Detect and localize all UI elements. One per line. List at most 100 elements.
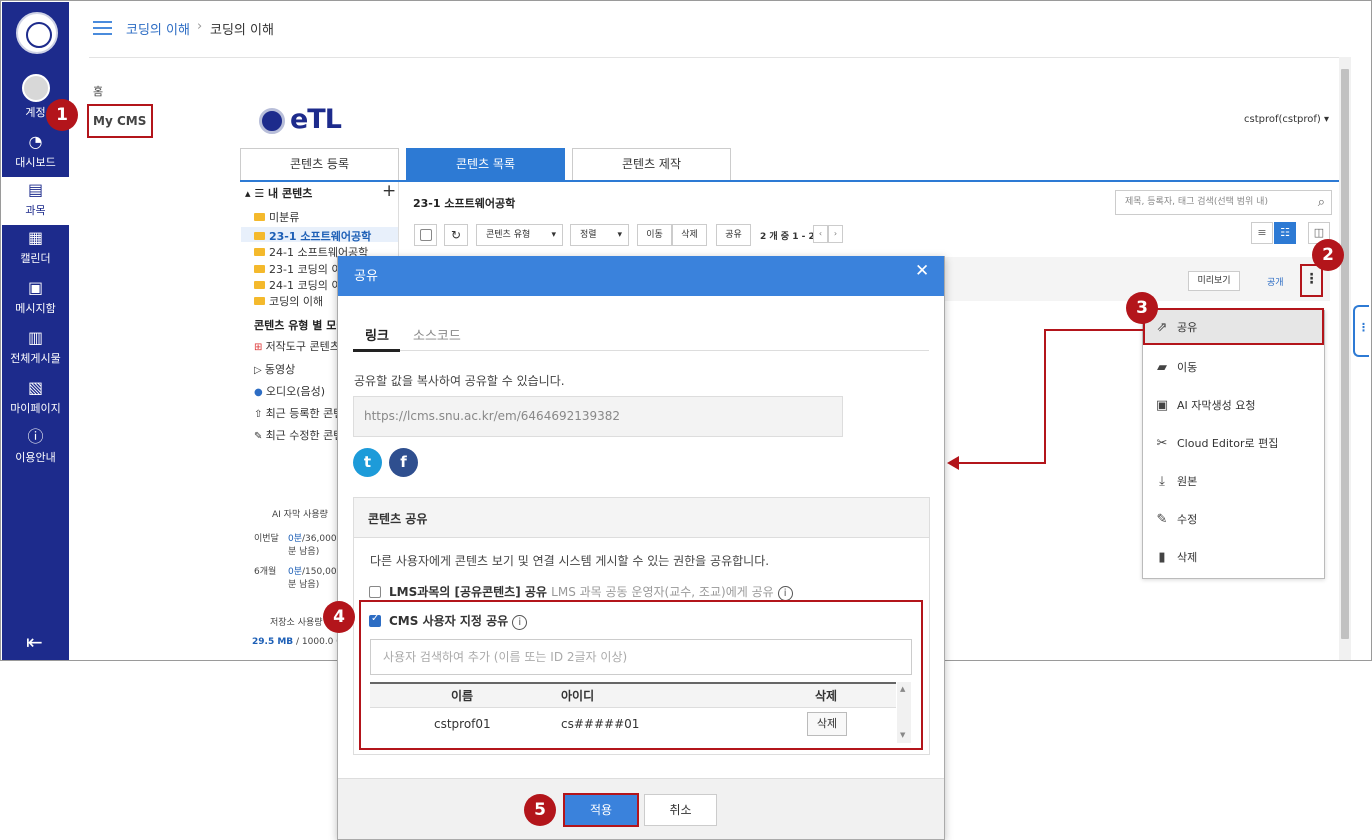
select-all-checkbox[interactable] bbox=[414, 224, 437, 246]
table-scrollbar[interactable]: ▲ ▼ bbox=[897, 682, 911, 743]
user-menu[interactable]: cstprof(cstprof) ▾ bbox=[1244, 114, 1329, 125]
nav-label: 마이페이지 bbox=[10, 402, 61, 415]
calendar-icon: ▦ bbox=[27, 228, 44, 247]
refresh-icon[interactable]: ↻ bbox=[444, 224, 468, 246]
scroll-down-icon[interactable]: ▼ bbox=[900, 731, 905, 739]
nav-label: 이용안내 bbox=[15, 451, 56, 464]
cell-user-id: cs#####01 bbox=[561, 717, 640, 731]
category-item[interactable]: ▷ 동영상 bbox=[254, 361, 295, 377]
side-panel-handle[interactable]: ⋮ bbox=[1353, 305, 1369, 357]
nav-item-mypage[interactable]: ▧ 마이페이지 bbox=[2, 378, 69, 416]
menu-item-cloud-editor[interactable]: ✂ Cloud Editor로 편집 bbox=[1143, 425, 1324, 463]
ai-usage-row-sub: 분 남음) bbox=[288, 547, 320, 557]
category-item[interactable]: ✎ 최근 수정한 콘텐 bbox=[254, 427, 343, 443]
breadcrumb-separator: › bbox=[197, 19, 203, 34]
nav-item-calendar[interactable]: ▦ 캘린더 bbox=[2, 228, 69, 266]
tree-folder-selected[interactable]: 23-1 소프트웨어공학 bbox=[254, 228, 371, 244]
user-search-input[interactable]: 사용자 검색하여 추가 (이름 또는 ID 2글자 이상) bbox=[370, 639, 912, 675]
inbox-icon: ▣ bbox=[27, 278, 44, 297]
twitter-icon[interactable]: t bbox=[353, 448, 382, 477]
nav-item-inbox[interactable]: ▣ 메시지함 bbox=[2, 278, 69, 316]
menu-toggle-icon[interactable] bbox=[93, 21, 112, 35]
lms-share-checkbox[interactable] bbox=[369, 586, 381, 598]
share-dialog-footer bbox=[338, 778, 944, 839]
menu-item-move[interactable]: ▰ 이동 bbox=[1143, 349, 1324, 387]
scroll-up-icon[interactable]: ▲ bbox=[900, 685, 905, 693]
tab-source-code[interactable]: 소스코드 bbox=[413, 325, 461, 344]
etl-logo: eTL bbox=[290, 104, 342, 135]
menu-item-delete[interactable]: ▮ 삭제 bbox=[1143, 539, 1324, 577]
content-type-select[interactable]: 콘텐츠 유형 ▾ bbox=[476, 224, 563, 246]
storage-value: 29.5 MB / 1000.0 GB bbox=[252, 637, 350, 647]
board-icon: ▥ bbox=[27, 328, 44, 347]
nav-item-dashboard[interactable]: ◔ 대시보드 bbox=[2, 132, 69, 170]
next-page-icon[interactable]: › bbox=[828, 225, 843, 243]
tree-folder[interactable]: 미분류 bbox=[254, 209, 299, 225]
dashboard-icon: ◔ bbox=[28, 132, 43, 151]
nav-item-help[interactable]: ⓘ 이용안내 bbox=[2, 427, 69, 465]
menu-item-share-highlight[interactable]: ⇗ 공유 bbox=[1143, 308, 1324, 345]
remove-user-button[interactable]: 삭제 bbox=[807, 712, 847, 736]
content-share-description: 다른 사용자에게 콘텐츠 보기 및 연결 시스템 게시할 수 있는 권한을 공유… bbox=[370, 554, 770, 568]
cms-share-checkbox[interactable] bbox=[369, 613, 381, 627]
ai-usage-row-value: 0분/150,00 bbox=[288, 567, 337, 577]
nav-item-board[interactable]: ▥ 전체게시물 bbox=[2, 328, 69, 366]
public-status-link[interactable]: 공개 bbox=[1267, 275, 1284, 288]
dropdown-icon: ▾ bbox=[617, 230, 622, 240]
info-icon[interactable]: i bbox=[777, 586, 793, 601]
lms-share-label: LMS과목의 [공유콘텐츠] 공유 LMS 과목 공동 운영자(교수, 조교)에… bbox=[389, 583, 793, 601]
university-seal-logo[interactable] bbox=[16, 12, 58, 54]
step-badge-3: 3 bbox=[1126, 292, 1158, 324]
move-button[interactable]: 이동 bbox=[637, 224, 672, 246]
content-share-title: 콘텐츠 공유 bbox=[368, 512, 428, 526]
tree-folder[interactable]: 코딩의 이해 bbox=[254, 293, 323, 309]
cancel-button[interactable]: 취소 bbox=[644, 794, 717, 826]
facebook-icon[interactable]: f bbox=[389, 448, 418, 477]
step-badge-2: 2 bbox=[1312, 239, 1344, 271]
course-nav-mycms[interactable]: My CMS bbox=[87, 104, 153, 138]
share-dialog-header bbox=[338, 256, 944, 296]
step-badge-1: 1 bbox=[46, 99, 78, 131]
info-icon[interactable]: i bbox=[512, 615, 528, 630]
category-item[interactable]: ⊞ 저작도구 콘텐츠 bbox=[254, 338, 340, 354]
download-icon: ⤓ bbox=[1159, 474, 1165, 489]
tab-underline bbox=[240, 180, 1340, 182]
content-search-input[interactable]: 제목, 등록자, 태그 검색(선택 범위 내) ⌕ bbox=[1115, 190, 1332, 215]
tab-content-create[interactable]: 콘텐츠 제작 bbox=[572, 148, 731, 181]
share-button[interactable]: 공유 bbox=[716, 224, 751, 246]
tab-link[interactable]: 링크 bbox=[365, 325, 389, 344]
account-icon bbox=[21, 74, 50, 102]
breadcrumb-course[interactable]: 코딩의 이해 bbox=[126, 19, 190, 38]
category-item[interactable]: ⇧ 최근 등록한 콘텐 bbox=[254, 405, 343, 421]
search-icon[interactable]: ⌕ bbox=[1318, 191, 1325, 214]
add-folder-icon[interactable]: + bbox=[382, 181, 396, 201]
tree-title: ▴ ☰ 내 콘텐츠 bbox=[245, 187, 313, 200]
collapse-nav-icon[interactable]: ⇤ bbox=[26, 630, 43, 654]
page-scrollbar-thumb[interactable] bbox=[1341, 69, 1349, 639]
tab-content-list[interactable]: 콘텐츠 목록 bbox=[406, 148, 565, 181]
close-icon[interactable]: ✕ bbox=[915, 261, 929, 281]
folder-icon bbox=[254, 213, 265, 221]
menu-item-original[interactable]: ⤓ 원본 bbox=[1143, 463, 1324, 501]
nav-item-courses[interactable]: ▤ 과목 bbox=[2, 177, 69, 225]
detail-view-icon[interactable]: ☷ bbox=[1274, 222, 1296, 244]
tab-content-register[interactable]: 콘텐츠 등록 bbox=[240, 148, 399, 181]
step-badge-4: 4 bbox=[323, 601, 355, 633]
share-url-field[interactable]: https://lcms.snu.ac.kr/em/6464692139382 bbox=[353, 396, 843, 437]
course-nav-home[interactable]: 홈 bbox=[93, 83, 103, 99]
trash-icon: ▮ bbox=[1158, 550, 1166, 565]
menu-item-edit[interactable]: ✎ 수정 bbox=[1143, 501, 1324, 539]
category-item[interactable]: ● 오디오(음성) bbox=[254, 383, 325, 399]
prev-page-icon[interactable]: ‹ bbox=[813, 225, 828, 243]
content-share-header bbox=[354, 498, 929, 538]
tree-folder[interactable]: 23-1 코딩의 이 bbox=[254, 261, 341, 277]
list-view-icon[interactable]: ≡ bbox=[1251, 222, 1273, 244]
apply-button[interactable]: 적용 bbox=[563, 793, 639, 827]
tree-folder[interactable]: 24-1 코딩의 이 bbox=[254, 277, 341, 293]
sort-select[interactable]: 정렬 ▾ bbox=[570, 224, 629, 246]
nav-label: 전체게시물 bbox=[10, 352, 61, 365]
delete-button[interactable]: 삭제 bbox=[672, 224, 707, 246]
menu-item-ai-subtitle[interactable]: ▣ AI 자막생성 요청 bbox=[1143, 387, 1324, 425]
preview-button[interactable]: 미리보기 bbox=[1188, 271, 1240, 291]
nav-label: 캘린더 bbox=[20, 252, 51, 265]
